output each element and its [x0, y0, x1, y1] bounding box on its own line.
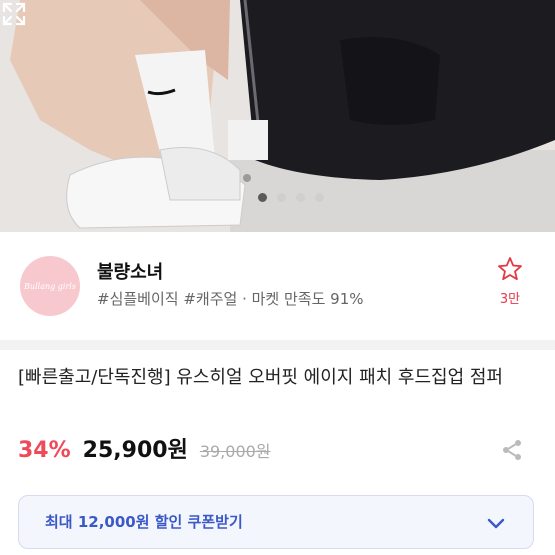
- carousel-dot[interactable]: [277, 193, 286, 202]
- expand-icon[interactable]: [0, 0, 28, 28]
- share-icon[interactable]: [500, 438, 524, 462]
- coupon-label: 최대 12,000원 할인 쿠폰받기: [45, 513, 243, 531]
- shop-name[interactable]: 불량소녀: [97, 258, 163, 284]
- shop-tags: #심플베이직 #캐주얼 · 마켓 만족도 91%: [97, 290, 364, 308]
- section-divider: [0, 340, 555, 350]
- favorite-count: 3만: [499, 292, 521, 307]
- chevron-down-icon: [487, 518, 505, 529]
- carousel-dot[interactable]: [296, 193, 305, 202]
- favorite-button[interactable]: 3만: [495, 256, 525, 307]
- star-icon: [498, 257, 522, 281]
- sale-price: 25,900원: [82, 438, 188, 463]
- discount-rate: 34%: [18, 438, 71, 463]
- product-title: [빠른출고/단독진행] 유스히얼 오버핏 에이지 패치 후드집업 점퍼: [18, 367, 503, 388]
- shop-info[interactable]: Bullang girls 불량소녀 #심플베이직 #캐주얼 · 마켓 만족도 …: [0, 232, 555, 332]
- carousel-dot[interactable]: [258, 193, 267, 202]
- carousel-dot[interactable]: [315, 193, 324, 202]
- shop-avatar-text: Bullang girls: [24, 281, 76, 291]
- carousel-indicator: [258, 193, 324, 202]
- shop-avatar[interactable]: Bullang girls: [20, 256, 80, 316]
- product-image-carousel[interactable]: [0, 0, 555, 232]
- price-row: 34% 25,900원 39,000원: [18, 432, 271, 464]
- coupon-button[interactable]: 최대 12,000원 할인 쿠폰받기: [18, 495, 534, 549]
- original-price: 39,000원: [199, 442, 271, 461]
